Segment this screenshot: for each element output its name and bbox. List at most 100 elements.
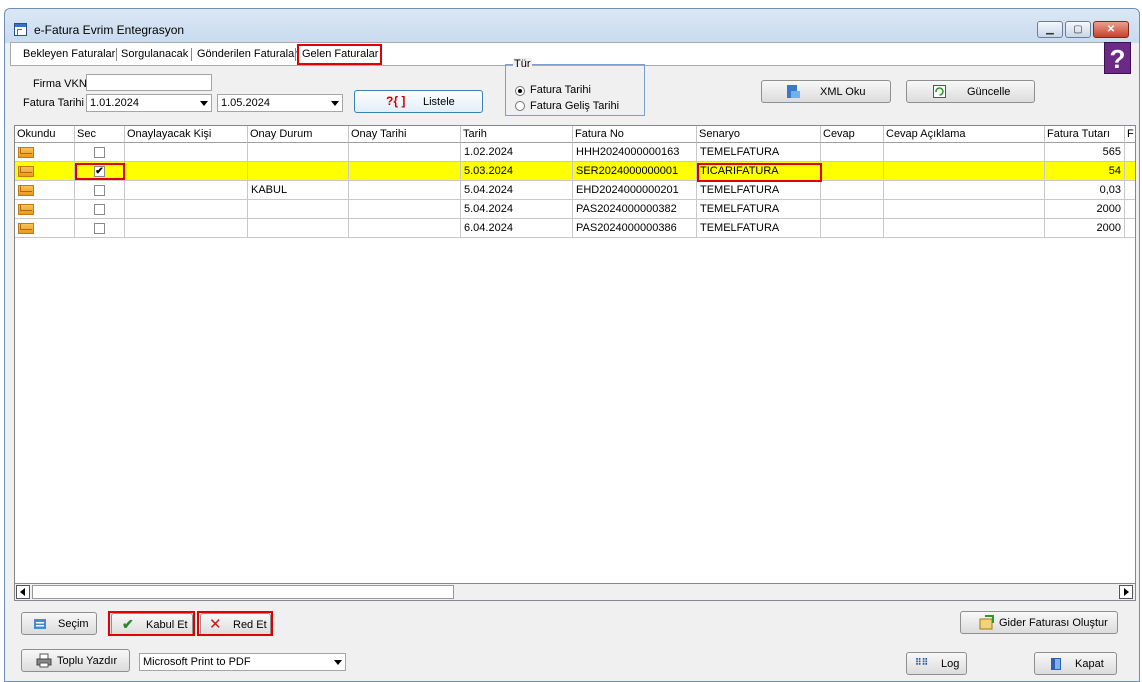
scroll-right-button[interactable] xyxy=(1119,585,1133,599)
col-onay-durum[interactable]: Onay Durum xyxy=(248,126,349,143)
cell-sec[interactable] xyxy=(75,200,125,219)
cell-cevap xyxy=(821,162,884,181)
cell-sec[interactable] xyxy=(75,181,125,200)
tab-bekleyen-faturalar[interactable]: Bekleyen Faturalar xyxy=(23,48,115,60)
window-icon xyxy=(14,23,27,36)
query-icon: ?{ ] xyxy=(386,94,406,108)
cell-f xyxy=(1125,219,1135,238)
envelope-icon xyxy=(18,204,34,215)
cell-onay-tarihi xyxy=(349,143,461,162)
list-icon xyxy=(34,619,46,629)
row-select-checkbox[interactable] xyxy=(94,185,105,196)
cell-onaylayacak xyxy=(125,200,248,219)
annotation-box-sec xyxy=(75,163,125,180)
tab-sorgulanacak[interactable]: Sorgulanacak xyxy=(121,48,188,60)
col-okundu[interactable]: Okundu xyxy=(15,126,75,143)
cell-cevap-aciklama xyxy=(884,219,1045,238)
cell-senaryo: TEMELFATURA xyxy=(697,181,821,200)
cell-onay-tarihi xyxy=(349,181,461,200)
cell-sec[interactable] xyxy=(75,219,125,238)
radio-fatura-gelis-tarihi[interactable] xyxy=(515,101,525,111)
scroll-left-button[interactable] xyxy=(16,585,30,599)
help-icon[interactable]: ? xyxy=(1104,42,1131,74)
cell-cevap xyxy=(821,219,884,238)
tab-strip: Bekleyen Faturalar Sorgulanacak Gönderil… xyxy=(10,42,1106,66)
exit-door-icon xyxy=(1051,658,1061,670)
printer-select[interactable]: Microsoft Print to PDF xyxy=(139,653,346,671)
cell-f xyxy=(1125,181,1135,200)
maximize-button[interactable]: ▢ xyxy=(1065,21,1091,38)
table-row[interactable]: 5.04.2024 PAS2024000000382 TEMELFATURA 2000 xyxy=(15,200,1135,219)
cell-onay-durum xyxy=(248,162,349,181)
row-select-checkbox[interactable] xyxy=(94,223,105,234)
cell-okundu xyxy=(15,219,75,238)
table-row[interactable]: KABUL 5.04.2024 EHD2024000000201 TEMELFATUR… xyxy=(15,181,1135,200)
guncelle-button[interactable]: Güncelle xyxy=(906,80,1035,103)
cell-fatura-no: SER2024000000001 xyxy=(573,162,697,181)
cell-fatura-no: HHH2024000000163 xyxy=(573,143,697,162)
log-button[interactable]: ⠿⠿ Log xyxy=(906,652,967,675)
cell-fatura-no: EHD2024000000201 xyxy=(573,181,697,200)
firma-vkn-input[interactable] xyxy=(86,74,212,91)
log-icon: ⠿⠿ xyxy=(915,657,929,667)
printer-icon xyxy=(36,653,52,668)
cell-onay-tarihi xyxy=(349,219,461,238)
kapat-button[interactable]: Kapat xyxy=(1034,652,1117,675)
gider-icon xyxy=(979,615,994,630)
cell-sec[interactable] xyxy=(75,143,125,162)
kapat-label: Kapat xyxy=(1075,658,1104,670)
col-onaylayacak-kisi[interactable]: Onaylayacak Kişi xyxy=(125,126,248,143)
date-to-picker[interactable]: 1.05.2024 xyxy=(217,94,343,112)
window-title: e-Fatura Evrim Entegrasyon xyxy=(34,23,185,37)
table-row[interactable]: 6.04.2024 PAS2024000000386 TEMELFATURA 2000 xyxy=(15,219,1135,238)
table-row[interactable]: ✔ 5.03.2024 SER2024000000001 TICARIFATURA 54 xyxy=(15,162,1135,181)
horizontal-scrollbar[interactable] xyxy=(14,583,1136,601)
annotation-box-gelen-tab xyxy=(297,44,382,65)
fatura-tarihi-label: Fatura Tarihi xyxy=(23,97,84,109)
tur-group: Tür Fatura Tarihi Fatura Geliş Tarihi xyxy=(505,58,645,116)
cell-f xyxy=(1125,143,1135,162)
date-from-picker[interactable]: 1.01.2024 xyxy=(86,94,212,112)
gider-faturasi-label: Gider Faturası Oluştur xyxy=(999,617,1108,629)
col-f[interactable]: F xyxy=(1125,126,1135,143)
scroll-thumb[interactable] xyxy=(32,585,454,599)
cell-okundu xyxy=(15,200,75,219)
xml-oku-button[interactable]: XML Oku xyxy=(761,80,891,103)
cell-cevap xyxy=(821,181,884,200)
col-onay-tarihi[interactable]: Onay Tarihi xyxy=(349,126,461,143)
row-select-checkbox[interactable] xyxy=(94,204,105,215)
log-label: Log xyxy=(941,658,960,670)
cell-onay-tarihi xyxy=(349,200,461,219)
gider-faturasi-button[interactable]: Gider Faturası Oluştur xyxy=(960,611,1118,634)
title-bar: e-Fatura Evrim Entegrasyon ▁ ▢ ✕ xyxy=(5,9,1139,43)
col-fatura-tutari[interactable]: Fatura Tutarı xyxy=(1045,126,1125,143)
cell-onay-durum xyxy=(248,143,349,162)
cell-cevap xyxy=(821,200,884,219)
col-cevap-aciklama[interactable]: Cevap Açıklama xyxy=(884,126,1045,143)
toplu-yazdir-button[interactable]: Toplu Yazdır xyxy=(21,649,130,672)
xml-oku-label: XML Oku xyxy=(820,86,866,98)
row-select-checkbox[interactable] xyxy=(94,147,105,158)
date-from-value: 1.01.2024 xyxy=(90,97,139,109)
col-fatura-no[interactable]: Fatura No xyxy=(573,126,697,143)
close-window-button[interactable]: ✕ xyxy=(1093,21,1129,38)
cell-onay-durum xyxy=(248,219,349,238)
cell-senaryo: TEMELFATURA xyxy=(697,219,821,238)
col-tarih[interactable]: Tarih xyxy=(461,126,573,143)
table-row[interactable]: 1.02.2024 HHH2024000000163 TEMELFATURA 565 xyxy=(15,143,1135,162)
cell-tutar: 2000 xyxy=(1045,200,1125,219)
col-senaryo[interactable]: Senaryo xyxy=(697,126,821,143)
cell-tutar: 565 xyxy=(1045,143,1125,162)
cell-cevap-aciklama xyxy=(884,181,1045,200)
cell-cevap xyxy=(821,143,884,162)
radio-fatura-tarihi-label: Fatura Tarihi xyxy=(530,84,591,96)
col-sec[interactable]: Sec xyxy=(75,126,125,143)
radio-fatura-tarihi[interactable] xyxy=(515,86,525,96)
tab-gonderilen-faturalar[interactable]: Gönderilen Faturalar xyxy=(197,48,298,60)
listele-button[interactable]: ?{ ] Listele xyxy=(354,90,483,113)
refresh-icon xyxy=(933,85,946,98)
xml-icon xyxy=(787,85,800,98)
minimize-button[interactable]: ▁ xyxy=(1037,21,1063,38)
col-cevap[interactable]: Cevap xyxy=(821,126,884,143)
secim-button[interactable]: Seçim xyxy=(21,612,97,635)
